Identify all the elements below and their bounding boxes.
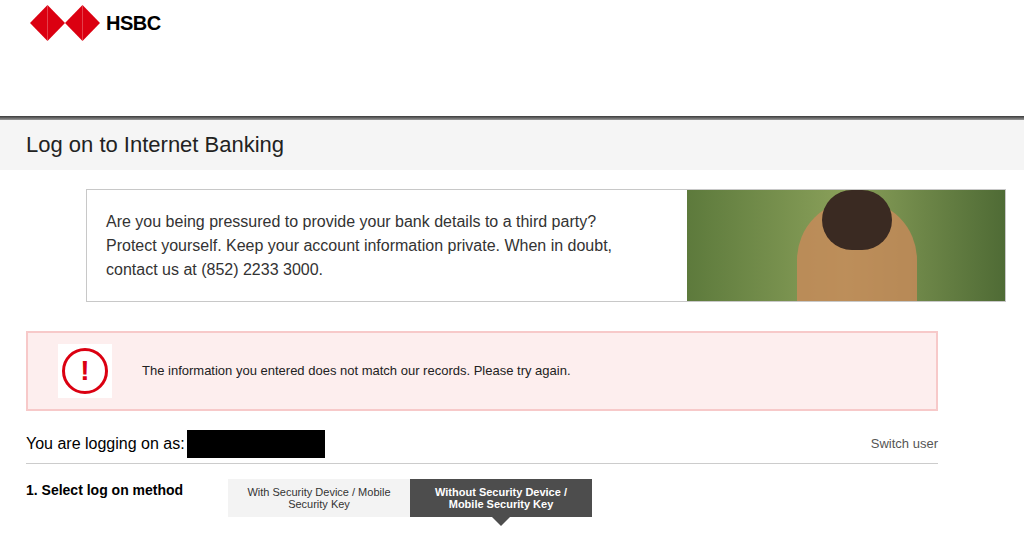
hexagon-logo-icon bbox=[30, 5, 100, 41]
step-row: 1. Select log on methodWith Security Dev… bbox=[26, 479, 998, 517]
page-title: Log on to Internet Banking bbox=[26, 134, 284, 156]
user-label: You are logging on as: bbox=[26, 432, 185, 456]
notice-line: contact us at (852) 2233 3000. bbox=[106, 258, 677, 282]
error-message: The information you entered does not mat… bbox=[142, 361, 571, 381]
switch-user-link[interactable]: Switch user bbox=[871, 434, 938, 454]
redacted-username bbox=[187, 430, 325, 458]
step-label: 1. Select log on method bbox=[26, 479, 228, 501]
notice-box: Are you being pressured to provide your … bbox=[86, 189, 1006, 302]
header: HSBC bbox=[0, 0, 1024, 116]
title-bar: Log on to Internet Banking bbox=[0, 120, 1024, 170]
selected-arrow-icon bbox=[492, 517, 510, 526]
user-row: You are logging on as: Switch user bbox=[26, 424, 938, 464]
logo-text: HSBC bbox=[106, 8, 161, 38]
error-icon: ! bbox=[62, 348, 108, 394]
notice-photo bbox=[687, 190, 1005, 301]
notice-line: Are you being pressured to provide your … bbox=[106, 210, 677, 234]
error-box: ! The information you entered does not ma… bbox=[26, 331, 938, 411]
hsbc-logo[interactable]: HSBC bbox=[30, 5, 161, 41]
notice-line: Protect yourself. Keep your account info… bbox=[106, 234, 677, 258]
log-on-method-tab[interactable]: Without Security Device / Mobile Securit… bbox=[410, 479, 592, 517]
log-on-method-tab[interactable]: With Security Device / Mobile Security K… bbox=[228, 479, 410, 517]
